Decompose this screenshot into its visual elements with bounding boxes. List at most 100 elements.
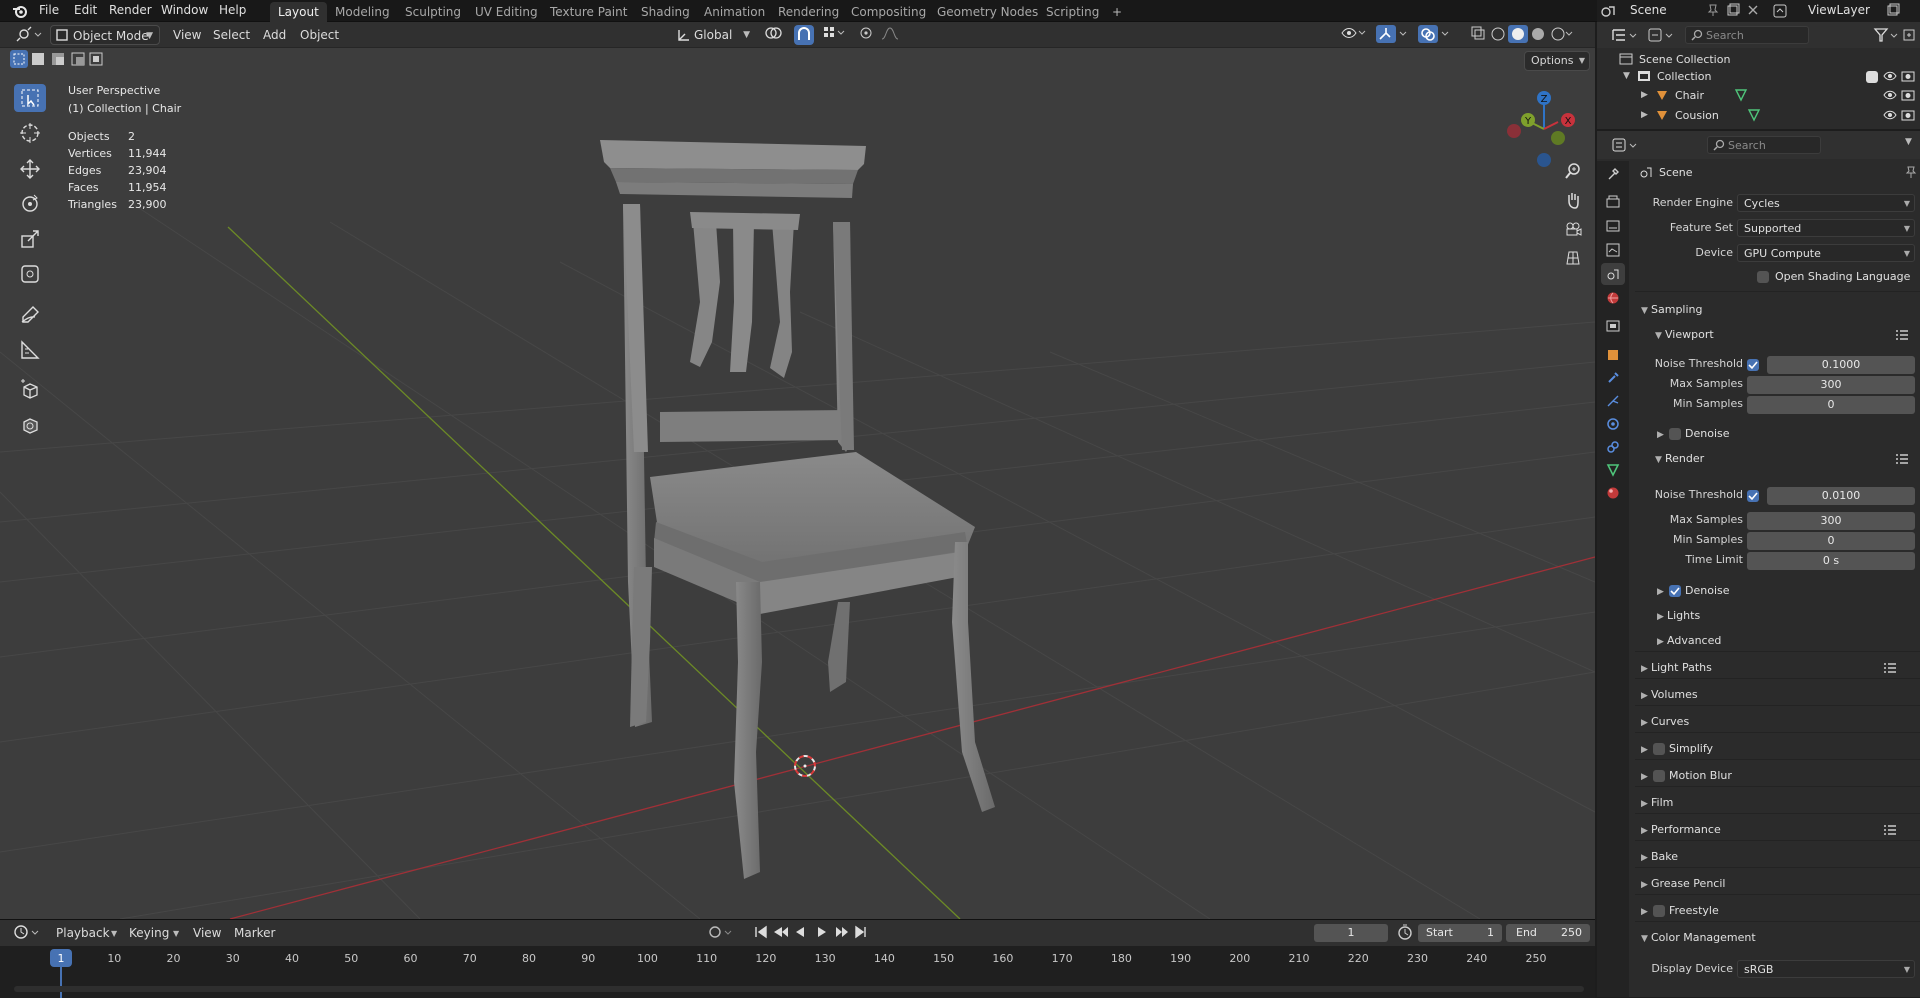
- tab-sculpting[interactable]: Sculpting: [397, 2, 469, 22]
- view-layer-field[interactable]: ViewLayer: [1808, 0, 1870, 20]
- presets-list-icon[interactable]: [1883, 662, 1897, 674]
- vp-noise-threshold-field[interactable]: 0.1000: [1767, 356, 1915, 374]
- collection-exclude-checkbox[interactable]: [1866, 71, 1878, 83]
- eye-icon[interactable]: [1883, 88, 1897, 102]
- snap-toggle-icon[interactable]: [794, 25, 814, 45]
- visibility-icon[interactable]: [1334, 25, 1366, 45]
- chair-expand-chevron-icon[interactable]: ▶: [1641, 90, 1648, 100]
- options-dropdown[interactable]: Options ▼: [1524, 51, 1590, 71]
- tab-shading[interactable]: Shading: [633, 2, 698, 22]
- advanced-panel-header[interactable]: ▶ Advanced: [1657, 634, 1721, 647]
- physics-tab-icon[interactable]: [1601, 413, 1625, 435]
- tab-layout[interactable]: Layout: [270, 2, 327, 22]
- display-mode-icon[interactable]: [1647, 27, 1677, 43]
- properties-search-field[interactable]: Search: [1707, 136, 1821, 154]
- r-min-samples-field[interactable]: 0: [1747, 532, 1915, 550]
- timeline-editor-type-icon[interactable]: [12, 923, 42, 943]
- add-workspace-button[interactable]: +: [1104, 2, 1130, 22]
- lights-panel-header[interactable]: ▶ Lights: [1657, 609, 1700, 622]
- scale-tool-icon[interactable]: [14, 225, 46, 253]
- pivot-point-icon[interactable]: [758, 25, 788, 45]
- add-cube-tool-icon[interactable]: [14, 376, 46, 404]
- cousion-expand-chevron-icon[interactable]: ▶: [1641, 110, 1648, 120]
- collection-tab-icon[interactable]: [1601, 315, 1625, 337]
- vp-min-samples-field[interactable]: 0: [1747, 396, 1915, 414]
- annotate-tool-icon[interactable]: [14, 301, 46, 329]
- scene-tab-icon[interactable]: [1601, 263, 1625, 285]
- presets-list-icon[interactable]: [1895, 453, 1909, 465]
- render-camera-icon[interactable]: [1901, 108, 1915, 122]
- rotate-tool-icon[interactable]: [14, 190, 46, 218]
- vp-max-samples-field[interactable]: 300: [1747, 376, 1915, 394]
- snap-target-icon[interactable]: [816, 25, 846, 45]
- camera-view-icon[interactable]: [1560, 216, 1586, 242]
- preview-range-icon[interactable]: [1396, 923, 1414, 943]
- bake-panel-header[interactable]: ▶ Bake: [1641, 850, 1678, 863]
- tool-tab-icon[interactable]: [1601, 163, 1625, 185]
- render-tab-icon[interactable]: [1601, 191, 1625, 213]
- menu-help[interactable]: Help: [219, 0, 246, 20]
- osl-checkbox[interactable]: [1757, 271, 1769, 283]
- transform-orientation-dropdown[interactable]: Global ▼: [674, 25, 752, 45]
- device-dropdown[interactable]: GPU Compute ▼: [1737, 244, 1915, 262]
- tab-uv-editing[interactable]: UV Editing: [467, 2, 546, 22]
- render-engine-dropdown[interactable]: Cycles ▼: [1737, 194, 1915, 212]
- r-noise-threshold-checkbox[interactable]: [1747, 490, 1759, 502]
- overlays-toggle-icon[interactable]: [1412, 25, 1449, 45]
- view-layer-icon[interactable]: [1772, 3, 1788, 19]
- motion-blur-panel-header[interactable]: ▶: [1641, 769, 1651, 782]
- scene-collection-label[interactable]: Scene Collection: [1639, 53, 1730, 66]
- outliner-search-field[interactable]: Search: [1685, 26, 1809, 44]
- menu-marker[interactable]: Marker: [234, 923, 275, 943]
- tab-compositing[interactable]: Compositing: [843, 2, 934, 22]
- data-tab-icon[interactable]: [1601, 459, 1625, 481]
- r-noise-threshold-field[interactable]: 0.0100: [1767, 487, 1915, 505]
- gizmo-toggle-icon[interactable]: [1370, 25, 1407, 45]
- pin-icon[interactable]: [1706, 3, 1720, 17]
- modifier-tab-icon[interactable]: [1601, 367, 1625, 389]
- constraints-tab-icon[interactable]: [1601, 436, 1625, 458]
- menu-timeline-view[interactable]: View: [193, 923, 221, 943]
- collection-label[interactable]: Collection: [1657, 70, 1711, 83]
- vp-denoise-checkbox[interactable]: [1669, 428, 1681, 440]
- menu-object[interactable]: Object: [294, 25, 345, 45]
- performance-panel-header[interactable]: ▶ Performance: [1641, 823, 1721, 836]
- light-paths-panel-header[interactable]: ▶ Light Paths: [1641, 661, 1712, 674]
- menu-file[interactable]: File: [39, 0, 59, 20]
- volumes-panel-header[interactable]: ▶ Volumes: [1641, 688, 1698, 701]
- outliner-item-cousion[interactable]: Cousion: [1675, 109, 1719, 122]
- tab-scripting[interactable]: Scripting: [1038, 2, 1107, 22]
- proportional-edit-icon[interactable]: [852, 25, 872, 45]
- tab-geometry-nodes[interactable]: Geometry Nodes: [929, 2, 1046, 22]
- pin-icon[interactable]: [1905, 165, 1917, 179]
- presets-list-icon[interactable]: [1895, 329, 1909, 341]
- menu-render[interactable]: Render: [109, 0, 152, 20]
- new-collection-icon[interactable]: [1903, 27, 1917, 41]
- grease-pencil-panel-header[interactable]: ▶ Grease Pencil: [1641, 877, 1725, 890]
- menu-view[interactable]: View: [167, 25, 207, 45]
- 3d-viewport[interactable]: Object Mode ▼ View Select Add Object Glo…: [0, 22, 1595, 919]
- render-subpanel-header[interactable]: ▼ Render: [1655, 452, 1704, 465]
- cursor-tool-icon[interactable]: [14, 119, 46, 147]
- pan-hand-icon[interactable]: [1560, 187, 1586, 213]
- transform-tool-icon[interactable]: [14, 260, 46, 288]
- vp-noise-threshold-checkbox[interactable]: [1747, 359, 1759, 371]
- world-tab-icon[interactable]: [1601, 287, 1625, 309]
- tab-texture-paint[interactable]: Texture Paint: [542, 2, 635, 22]
- particles-tab-icon[interactable]: [1601, 390, 1625, 412]
- current-frame-field[interactable]: 1: [1314, 924, 1388, 942]
- scene-icon[interactable]: [1600, 3, 1616, 19]
- new-scene-icon[interactable]: [1726, 3, 1740, 17]
- simplify-checkbox[interactable]: [1653, 743, 1665, 755]
- falloff-icon[interactable]: [874, 25, 902, 45]
- mesh-data-icon[interactable]: [1747, 108, 1761, 122]
- feature-set-dropdown[interactable]: Supported ▼: [1737, 219, 1915, 237]
- object-tab-icon[interactable]: [1601, 344, 1625, 366]
- material-tab-icon[interactable]: [1601, 482, 1625, 504]
- render-camera-icon[interactable]: [1901, 88, 1915, 102]
- viewport-subpanel-header[interactable]: ▼ Viewport: [1655, 328, 1714, 341]
- properties-editor-type-icon[interactable]: [1611, 137, 1641, 153]
- eye-icon[interactable]: [1883, 69, 1897, 83]
- output-tab-icon[interactable]: [1601, 215, 1625, 237]
- tab-rendering[interactable]: Rendering: [770, 2, 847, 22]
